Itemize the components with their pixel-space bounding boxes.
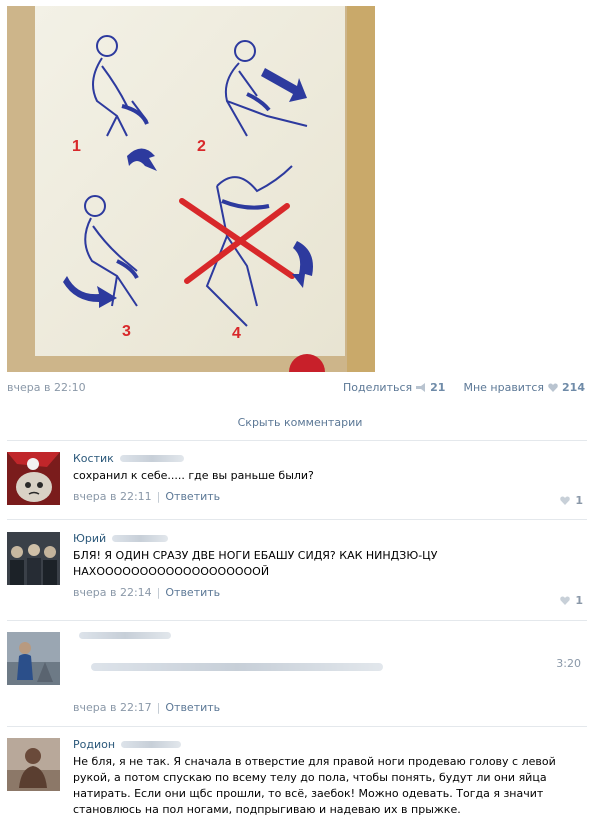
redacted-name (79, 632, 171, 639)
divider (7, 519, 587, 520)
divider (7, 440, 587, 441)
comment-like-count: 1 (575, 594, 583, 607)
step-4-number: 4 (232, 325, 241, 342)
share-button[interactable]: Поделиться (343, 381, 412, 394)
comment-like[interactable]: 1 (560, 494, 583, 507)
reply-button[interactable]: Ответить (165, 490, 220, 503)
like-count: 214 (562, 381, 585, 394)
comment-text: БЛЯ! Я ОДИН СРАЗУ ДВЕ НОГИ ЕБАШУ СИДЯ? К… (73, 549, 438, 578)
comment-author[interactable]: Родион (73, 738, 115, 751)
comment-author[interactable]: Юрий (73, 532, 106, 545)
avatar[interactable] (7, 452, 60, 505)
comment-author[interactable]: Костик (73, 452, 114, 465)
audio-attachment[interactable]: 3:20 (73, 653, 587, 681)
comment-like[interactable]: 1 (560, 594, 583, 607)
comment-text: Не бля, я не так. Я сначала в отверстие … (73, 755, 556, 816)
hide-comments-link[interactable]: Скрыть комментарии (0, 416, 600, 429)
audio-duration: 3:20 (556, 657, 581, 670)
heart-icon[interactable] (560, 596, 571, 605)
comment: 3:20 вчера в 22:17 | Ответить (7, 632, 587, 717)
reply-button[interactable]: Ответить (165, 701, 220, 714)
post-image[interactable]: 1 2 3 4 (7, 6, 375, 372)
redacted-surname (119, 455, 184, 462)
post-meta: вчера в 22:10 Поделиться 21 Мне нравится… (7, 381, 585, 397)
divider (7, 620, 587, 621)
comment-time[interactable]: вчера в 22:17 (73, 701, 152, 714)
heart-icon[interactable] (560, 496, 571, 505)
step-3-number: 3 (122, 323, 131, 340)
heart-icon[interactable] (548, 383, 558, 392)
step-1-number: 1 (72, 138, 81, 155)
redacted-surname (112, 535, 169, 542)
post-time[interactable]: вчера в 22:10 (7, 381, 86, 394)
comment: Родион Не бля, я не так. Я сначала в отв… (7, 738, 587, 835)
comment-like-count: 1 (575, 494, 583, 507)
step-2-number: 2 (197, 138, 206, 155)
like-button[interactable]: Мне нравится (463, 381, 544, 394)
avatar[interactable] (7, 532, 60, 585)
reply-button[interactable]: Ответить (165, 586, 220, 599)
comment-time[interactable]: вчера в 22:11 (73, 490, 152, 503)
avatar[interactable] (7, 738, 60, 791)
comment: Костик сохранил к себе..... где вы раньш… (7, 452, 587, 507)
divider (7, 726, 587, 727)
avatar[interactable] (7, 632, 60, 685)
comment: Юрий БЛЯ! Я ОДИН СРАЗУ ДВЕ НОГИ ЕБАШУ СИ… (7, 532, 587, 610)
redacted-surname (121, 741, 182, 748)
megaphone-icon[interactable] (416, 383, 426, 392)
comment-time[interactable]: вчера в 22:14 (73, 586, 152, 599)
audio-track-title[interactable] (91, 663, 383, 671)
comment-text: сохранил к себе..... где вы раньше были? (73, 469, 314, 482)
share-count: 21 (430, 381, 446, 394)
